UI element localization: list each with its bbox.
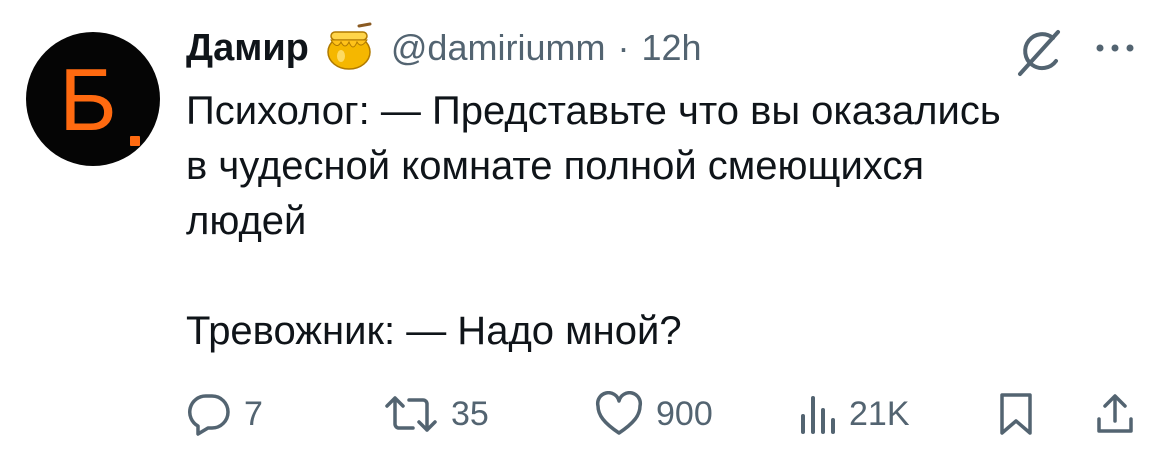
reply-icon xyxy=(188,394,230,436)
retweet-icon xyxy=(385,396,437,432)
author-handle[interactable]: @damiriumm xyxy=(391,27,606,69)
like-icon xyxy=(595,391,643,435)
body-line: в чудесной комнате полной смеющихся xyxy=(186,144,925,188)
like-button[interactable]: 900 xyxy=(594,386,713,442)
grok-icon[interactable] xyxy=(1012,26,1064,78)
avatar-letter: Б xyxy=(59,50,117,149)
share-button[interactable] xyxy=(1094,386,1136,442)
bookmark-button[interactable] xyxy=(996,386,1036,442)
author-name[interactable]: Дамир xyxy=(186,27,309,70)
more-options-icon[interactable] xyxy=(1092,36,1138,60)
tweet-header: Дамир @damiriumm · 12h xyxy=(186,20,702,76)
reply-button[interactable]: 7 xyxy=(186,386,263,442)
bookmark-icon xyxy=(1000,393,1032,435)
body-line: людей xyxy=(186,199,307,243)
action-bar: 7 35 900 21K xyxy=(0,386,1170,442)
share-icon xyxy=(1097,394,1133,433)
tweet-body: Психолог: — Представьте что вы оказались… xyxy=(186,84,1146,359)
views-icon xyxy=(801,396,835,434)
honey-pot-icon xyxy=(327,22,372,70)
tweet[interactable]: Б Дамир @damiriumm · 12h Психолог: — Пре… xyxy=(0,0,1170,468)
avatar[interactable]: Б xyxy=(26,32,160,166)
like-count: 900 xyxy=(656,394,713,433)
reply-count: 7 xyxy=(244,394,263,433)
avatar-dot xyxy=(130,136,140,146)
retweet-count: 35 xyxy=(451,394,489,433)
retweet-button[interactable]: 35 xyxy=(383,386,489,442)
view-count: 21K xyxy=(849,394,910,433)
body-line: Тревожник: — Надо мной? xyxy=(186,309,682,353)
separator-dot: · xyxy=(617,27,630,68)
timestamp[interactable]: 12h xyxy=(641,27,701,69)
body-line: Психолог: — Представьте что вы оказались xyxy=(186,89,1001,133)
views-button[interactable]: 21K xyxy=(797,386,910,442)
paragraph-break xyxy=(186,249,1146,304)
